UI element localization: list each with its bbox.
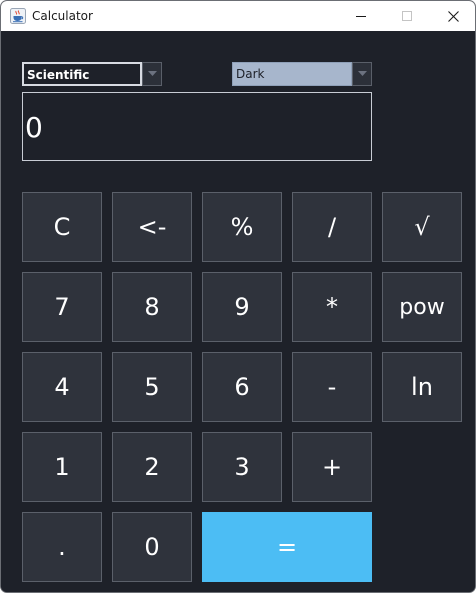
digit-4-button[interactable]: 4 — [22, 352, 102, 422]
window-title: Calculator — [32, 9, 93, 23]
digit-7-button[interactable]: 7 — [22, 272, 102, 342]
mode-dropdown[interactable]: Scientific — [22, 62, 162, 86]
result-display[interactable]: 0 — [22, 92, 372, 161]
subtract-button[interactable]: - — [292, 352, 372, 422]
minimize-button[interactable] — [338, 1, 384, 31]
mode-selected-value[interactable]: Scientific — [22, 62, 142, 86]
multiply-button[interactable]: * — [292, 272, 372, 342]
power-button[interactable]: pow — [382, 272, 462, 342]
decimal-button[interactable]: . — [22, 512, 102, 582]
digit-0-button[interactable]: 0 — [112, 512, 192, 582]
theme-selected-value[interactable]: Dark — [232, 62, 352, 86]
mode-dropdown-arrow[interactable] — [142, 62, 162, 86]
digit-6-button[interactable]: 6 — [202, 352, 282, 422]
theme-dropdown-arrow[interactable] — [352, 62, 372, 86]
natural-log-button[interactable]: ln — [382, 352, 462, 422]
title-bar[interactable]: Calculator — [1, 1, 475, 31]
close-icon — [447, 10, 459, 22]
maximize-button[interactable] — [384, 1, 430, 31]
close-button[interactable] — [430, 1, 475, 31]
digit-5-button[interactable]: 5 — [112, 352, 192, 422]
equals-button[interactable]: = — [202, 512, 372, 582]
digit-8-button[interactable]: 8 — [112, 272, 192, 342]
divide-button[interactable]: / — [292, 192, 372, 262]
digit-1-button[interactable]: 1 — [22, 432, 102, 502]
calculator-body: Scientific Dark 0 C <- % / √ 7 8 9 * pow — [1, 31, 475, 592]
digit-9-button[interactable]: 9 — [202, 272, 282, 342]
calculator-window: Calculator Scientific Dark 0 C <- % / √ … — [0, 0, 476, 593]
chevron-down-icon — [147, 71, 157, 76]
chevron-down-icon — [357, 71, 367, 76]
backspace-button[interactable]: <- — [112, 192, 192, 262]
clear-button[interactable]: C — [22, 192, 102, 262]
minimize-icon — [356, 16, 366, 17]
add-button[interactable]: + — [292, 432, 372, 502]
digit-2-button[interactable]: 2 — [112, 432, 192, 502]
sqrt-button[interactable]: √ — [382, 192, 462, 262]
theme-dropdown[interactable]: Dark — [232, 62, 372, 86]
maximize-icon — [402, 11, 412, 21]
java-cup-icon — [10, 8, 26, 24]
percent-button[interactable]: % — [202, 192, 282, 262]
digit-3-button[interactable]: 3 — [202, 432, 282, 502]
